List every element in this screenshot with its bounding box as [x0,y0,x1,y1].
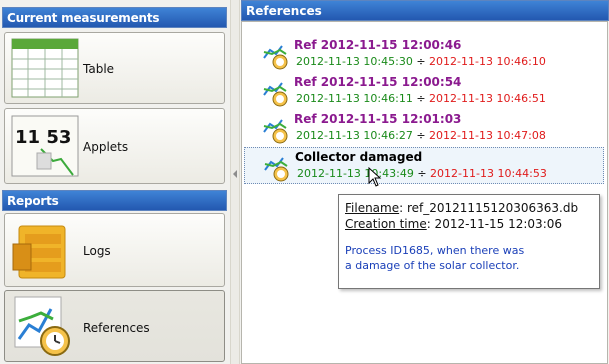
reference-tooltip: Filename: ref_20121115120306363.db Creat… [338,194,600,289]
table-button-label: Table [83,62,115,76]
reference-date-range: 2012-11-13 10:45:30 ÷ 2012-11-13 10:46:1… [296,55,546,68]
mouse-cursor-icon [368,167,382,187]
reference-title: Ref 2012-11-15 12:01:03 [294,112,462,126]
applets-icon: 11 53 [11,115,79,177]
reference-title: Ref 2012-11-15 12:00:46 [294,38,462,52]
tooltip-filename-row: Filename: ref_20121115120306363.db [345,201,599,217]
left-panel: Current measurements Table 11 53 Applets… [0,0,230,364]
reference-item-3[interactable]: Ref 2012-11-15 12:01:03 2012-11-13 10:46… [244,110,604,147]
applets-button-label: Applets [83,140,129,154]
logs-folder-icon [12,225,66,279]
table-icon [11,38,79,98]
panel-splitter[interactable] [230,0,240,364]
reference-icon [264,157,289,182]
applets-button[interactable]: 11 53 Applets [4,108,225,184]
references-list[interactable]: Ref 2012-11-15 12:00:46 2012-11-13 10:45… [241,21,608,364]
collapse-arrow-icon[interactable] [233,170,237,178]
reference-date-range: 2012-11-13 10:46:11 ÷ 2012-11-13 10:46:5… [296,92,546,105]
reference-date-range: 2012-11-13 10:43:49 ÷ 2012-11-13 10:44:5… [297,167,547,180]
tooltip-desc-line1: Process ID1685, when there was [345,244,525,257]
applets-clock-text: 11 53 [15,127,71,148]
tooltip-creation-key: Creation time [345,217,427,231]
tooltip-creation-value: : 2012-11-15 12:03:06 [426,217,563,231]
logs-button[interactable]: Logs [4,213,225,287]
reference-icon [263,82,288,107]
references-button[interactable]: References [4,290,225,362]
tooltip-description: Process ID1685, when there was a damage … [345,243,599,273]
reference-icon [263,45,288,70]
reference-title: Ref 2012-11-15 12:00:54 [294,75,462,89]
tooltip-filename-key: Filename [345,201,400,215]
reference-item-2[interactable]: Ref 2012-11-15 12:00:54 2012-11-13 10:46… [244,73,604,110]
table-button[interactable]: Table [4,32,225,104]
references-chart-icon [14,296,70,356]
logs-button-label: Logs [83,244,111,258]
references-panel: References Ref 2012-11-15 12:00:46 2012-… [241,0,609,364]
tooltip-filename-value: : ref_20121115120306363.db [399,201,579,215]
references-button-label: References [83,321,150,335]
tooltip-creation-row: Creation time: 2012-11-15 12:03:06 [345,217,599,233]
reports-header: Reports [2,190,227,211]
reference-item-1[interactable]: Ref 2012-11-15 12:00:46 2012-11-13 10:45… [244,36,604,73]
reference-date-range: 2012-11-13 10:46:27 ÷ 2012-11-13 10:47:0… [296,129,546,142]
reference-title: Collector damaged [295,150,423,164]
reference-icon [263,119,288,144]
current-measurements-header: Current measurements [2,7,227,28]
reference-item-4[interactable]: Collector damaged 2012-11-13 10:43:49 ÷ … [244,147,604,184]
references-header: References [241,0,609,21]
tooltip-desc-line2: a damage of the solar collector. [345,259,520,272]
